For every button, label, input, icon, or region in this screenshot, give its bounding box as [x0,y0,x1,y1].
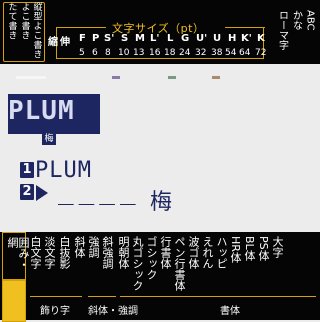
label-preview-text: PLUM [8,96,75,126]
style-pale-text[interactable]: 淡文字 [43,236,56,269]
indicator-green [168,76,176,79]
size-value-38: 38 [211,48,223,58]
size-letter-s[interactable]: S [121,33,128,44]
line-2-text: ____ [58,176,141,206]
indicator-brown [212,76,220,79]
font-happi[interactable]: ハッピ [215,236,228,269]
top-toolbar: 縦型よこ書き よこ書き たて書き 文字サイズ（pt） 縮 伸 F P S' S … [0,0,320,64]
indicator-white [16,76,46,79]
size-value-6: 6 [92,48,98,58]
size-value-32: 32 [195,48,207,58]
line-2-badge: 2 [20,184,34,200]
group-label-decor: 飾り字 [40,306,70,317]
group-label-italic-emphasis: 斜体・強調 [88,306,138,317]
font-eren[interactable]: えれん [201,236,214,269]
size-value-54: 54 [225,48,237,58]
size-letter-m[interactable]: M [135,33,145,44]
size-value-10: 10 [118,48,130,58]
group-rule-decor [30,296,82,297]
mode-romaji[interactable]: ローマ字 [276,10,288,50]
frame-shading-label: 囲み・網 [6,237,30,270]
font-ps[interactable]: PS体 [257,236,270,261]
font-gyosho[interactable]: 行書体 [159,236,172,269]
size-letter-l[interactable]: L [167,33,173,44]
size-letter-g[interactable]: G [181,33,189,44]
style-outline-shadow[interactable]: 白抜影 [58,236,71,269]
size-value-8: 8 [105,48,111,58]
size-value-64: 64 [239,48,251,58]
orientation-option-yoko[interactable]: よこ書き [19,2,30,40]
line-2-kanji: 梅 [150,190,173,215]
group-label-font: 書体 [220,306,240,317]
font-maru-gothic[interactable]: 丸ゴシック [131,236,144,291]
font-pen-gyosho[interactable]: ペン行書体 [173,236,186,291]
style-italic-emphasis[interactable]: 斜強調 [101,236,114,269]
font-mincho[interactable]: 明朝体 [117,236,130,269]
size-letter-u-prime[interactable]: U' [196,33,207,44]
style-white-text[interactable]: 白文字 [29,236,42,269]
group-rule-italic [88,296,116,297]
label-preview-subtext: 梅 [42,133,56,145]
size-letter-k[interactable]: K [257,33,265,44]
size-letter-l-prime[interactable]: L' [150,33,159,44]
size-letter-h[interactable]: H [228,33,236,44]
font-hr[interactable]: HR体 [229,236,242,263]
size-letter-f[interactable]: F [79,33,86,44]
size-value-18: 18 [164,48,176,58]
mode-kana[interactable]: かな [290,10,302,30]
font-bl[interactable]: BL体 [243,236,256,261]
size-letter-p[interactable]: P [92,33,99,44]
text-cursor-icon [36,185,48,201]
size-value-16: 16 [149,48,161,58]
orientation-option-vertical-yoko[interactable]: 縦型よこ書き [31,2,42,59]
size-value-13: 13 [133,48,145,58]
style-emphasis[interactable]: 強調 [87,236,100,258]
size-letter-k-prime[interactable]: K' [241,33,252,44]
size-letter-s-prime[interactable]: S' [104,33,114,44]
frame-highlight-button[interactable] [2,280,26,322]
size-value-72: 72 [255,48,267,58]
mode-abc[interactable]: ABC [304,10,316,31]
expand-label[interactable]: 伸 [60,33,70,48]
font-nami-gothic[interactable]: 波ゴ体 [187,236,200,269]
indicator-purple [112,76,120,79]
font-daiji[interactable]: 大字 [271,236,284,258]
orientation-option-tate[interactable]: たて書き [6,2,17,40]
size-letter-u[interactable]: U [213,33,221,44]
size-value-24: 24 [179,48,191,58]
font-gothic[interactable]: ゴシック [145,236,158,280]
line-1-badge: 1 [20,162,34,178]
shrink-label[interactable]: 縮 [48,33,58,48]
style-italic[interactable]: 斜体 [73,236,86,258]
size-value-5: 5 [79,48,85,58]
group-rule-font [120,296,316,297]
frame-shading-button[interactable]: 囲み・網 [2,232,30,280]
